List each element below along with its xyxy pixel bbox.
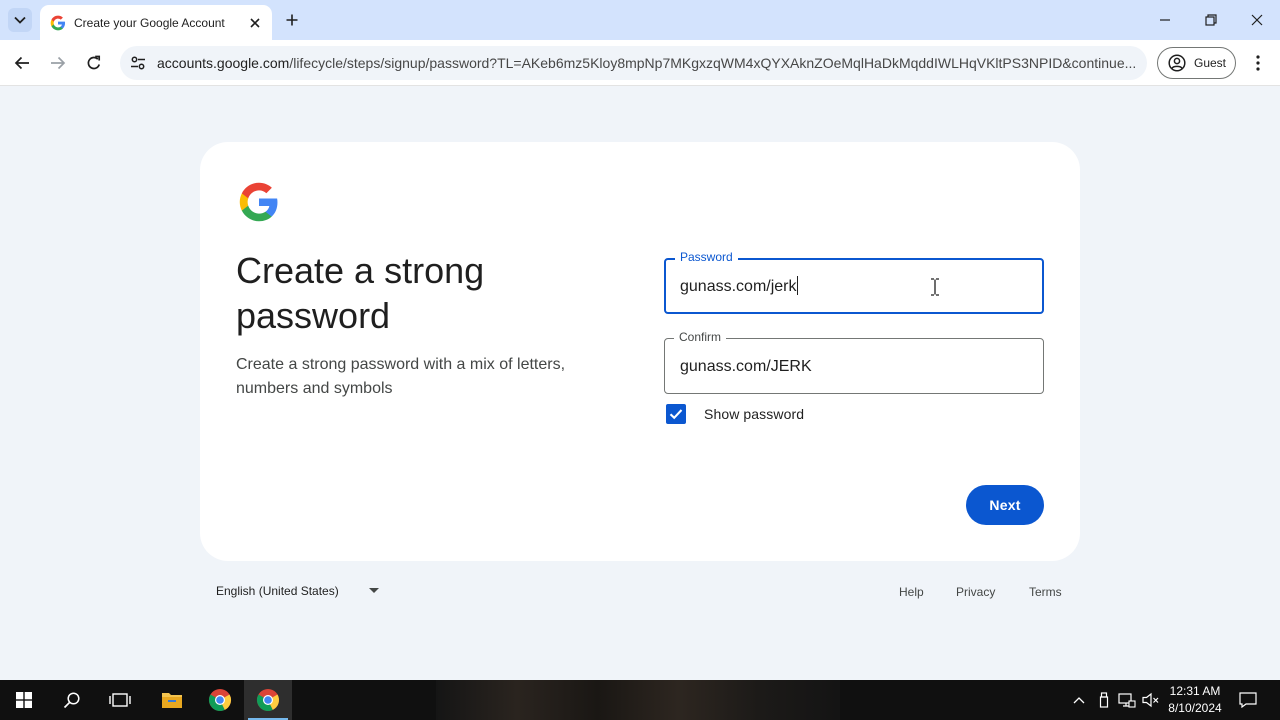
dropdown-arrow-icon [368,588,379,594]
show-password-label: Show password [704,406,805,422]
reload-icon[interactable] [82,51,106,75]
close-icon[interactable] [246,14,264,32]
volume-muted-icon[interactable] [1141,690,1161,710]
file-explorer-icon[interactable] [148,680,196,720]
browser-tab[interactable]: Create your Google Account [40,5,272,40]
forward-arrow-icon[interactable] [46,51,70,75]
password-input-value[interactable]: gunass.com/jerk [680,276,798,298]
help-link[interactable]: Help [899,585,924,599]
url-path: /lifecycle/steps/signup/password?TL=AKeb… [289,55,1137,71]
password-text: gunass.com/jerk [680,278,797,295]
chrome-icon[interactable] [196,680,244,720]
url-host: accounts.google.com [157,55,290,71]
google-favicon [50,15,66,31]
privacy-link[interactable]: Privacy [956,585,995,599]
text-caret [796,276,798,295]
site-info-icon[interactable] [121,46,155,80]
guest-profile-icon [1168,54,1186,72]
password-field[interactable]: Password gunass.com/jerk [664,249,1044,314]
tab-strip: Create your Google Account [0,0,1280,40]
checkmark-icon [669,409,683,420]
plus-icon[interactable] [282,10,302,30]
confirm-field[interactable]: Confirm gunass.com/JERK [664,329,1044,394]
windows-start-icon[interactable] [0,680,48,720]
browser-toolbar: accounts.google.com/lifecycle/steps/sign… [0,40,1280,86]
network-icon[interactable] [1117,690,1137,710]
page-subtitle: Create a strong password with a mix of l… [236,356,566,397]
signup-card: Create a strong password Create a strong… [200,142,1080,561]
chevron-up-icon[interactable] [1069,690,1089,710]
terms-link[interactable]: Terms [1029,585,1062,599]
clock-time: 12:31 AM [1169,684,1221,698]
search-icon[interactable] [48,680,96,720]
url-text: accounts.google.com/lifecycle/steps/sign… [157,55,1136,71]
show-password-row[interactable]: Show password [666,404,804,424]
notification-icon[interactable] [1238,690,1258,710]
task-view-icon[interactable] [96,680,144,720]
show-password-checkbox[interactable] [666,404,686,424]
clock-date: 8/10/2024 [1168,701,1222,715]
minimize-icon[interactable] [1155,10,1175,30]
address-bar[interactable]: accounts.google.com/lifecycle/steps/sign… [120,46,1147,80]
guest-profile-button[interactable]: Guest [1157,47,1236,79]
guest-label: Guest [1194,56,1227,70]
confirm-input-value[interactable]: gunass.com/JERK [680,356,812,378]
taskbar-background [436,680,840,720]
page-title: Create a strong password [236,250,485,336]
google-g-logo [238,181,280,223]
password-label: Password [675,249,738,265]
next-button[interactable]: Next [966,485,1044,525]
tab-title: Create your Google Account [74,15,225,30]
page-footer: English (United States) Help Privacy Ter… [200,576,1080,610]
confirm-label: Confirm [674,329,727,345]
taskbar: 12:31 AM 8/10/2024 [0,680,1280,720]
tab-list-icon[interactable] [8,8,32,32]
chrome-icon[interactable] [244,680,292,720]
more-vert-icon[interactable] [1248,51,1268,75]
system-clock[interactable]: 12:31 AM 8/10/2024 [1163,683,1227,717]
usb-icon[interactable] [1094,690,1114,710]
language-selector[interactable]: English (United States) [216,584,379,598]
back-arrow-icon[interactable] [10,51,34,75]
language-label: English (United States) [216,584,339,598]
window-close-icon[interactable] [1247,10,1267,30]
text-cursor-icon [930,278,940,296]
restore-icon[interactable] [1201,10,1221,30]
